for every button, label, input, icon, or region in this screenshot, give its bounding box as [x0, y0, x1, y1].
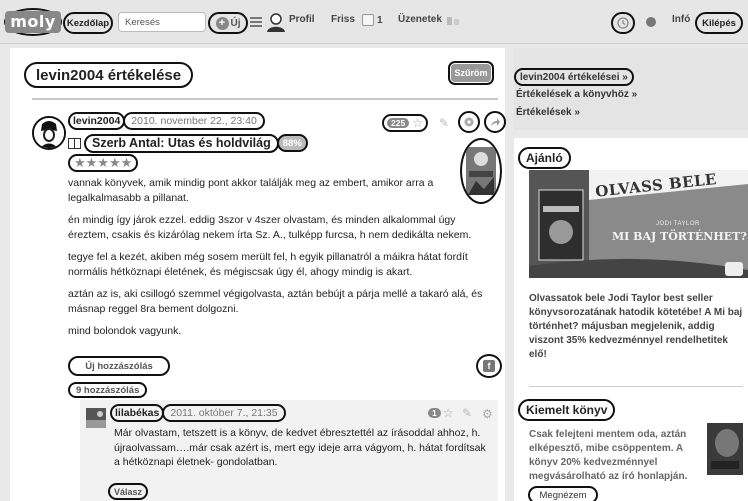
comment-item: lilabékas 2011. október 7., 21:35 1 ☆ ✎ … — [80, 400, 498, 501]
rating-percent-badge: 88% — [276, 134, 308, 152]
nav-profile-link[interactable]: Profil — [289, 14, 315, 25]
star-rating: ★★★★★ — [68, 154, 139, 172]
like-count-badge: 225 — [387, 118, 410, 128]
plus-icon: + — [215, 16, 229, 30]
star-icon: ☆ — [412, 116, 423, 130]
share-icon[interactable] — [484, 111, 506, 133]
book-icon — [68, 137, 81, 149]
comment-text: Már olvastam, tetszett is a könyv, de ke… — [114, 427, 486, 468]
review-paragraph: mind bolondok vagyunk. — [68, 325, 182, 337]
status-dot-icon[interactable] — [646, 17, 656, 27]
facebook-icon: f — [483, 360, 495, 372]
book-line: Szerb Antal: Utas és holdvilág 88% — [68, 133, 308, 153]
new-label: Új — [230, 17, 241, 29]
notification-count[interactable]: 1 — [362, 14, 383, 26]
comment-date[interactable]: 2011. október 7., 21:35 — [162, 404, 286, 422]
filter-button[interactable]: Szűröm — [448, 61, 494, 85]
review-text: vannak könyvek, amik mindig pont akkor t… — [68, 176, 498, 347]
nav-messages-link[interactable]: Üzenetek — [398, 14, 442, 25]
commenter-avatar[interactable] — [86, 408, 106, 428]
page-title: levin2004 értékelése — [24, 62, 194, 88]
comment-like-badge: 1 — [428, 408, 441, 418]
comment-like-counter[interactable]: 1 ☆ — [428, 407, 454, 419]
review-paragraph: vannak könyvek, amik mindig pont akkor t… — [68, 177, 434, 204]
top-navigation-bar: moly Kezdőlap + Új Profil Friss 1 Üzenet… — [0, 0, 748, 44]
comment-meta: lilabékas 2011. október 7., 21:35 — [110, 404, 286, 422]
divider — [32, 98, 498, 100]
review-meta: levin2004 2010. november 22., 23:40 — [68, 112, 265, 130]
clock-icon[interactable] — [611, 12, 635, 34]
sidebar-link-book-reviews[interactable]: Értékelések a könyvhöz » — [516, 89, 637, 100]
review-paragraph: aztán az is, aki csillogó szemmel végigo… — [68, 288, 483, 315]
moly-logo[interactable]: moly — [4, 8, 62, 36]
users-icon[interactable] — [446, 15, 460, 27]
sidebar-link-reviews[interactable]: Értékelések » — [516, 107, 580, 118]
featured-description: Csak felejteni mentem oda, aztán elképes… — [529, 429, 688, 482]
nav-fresh-link[interactable]: Friss — [331, 14, 355, 25]
commenter-name[interactable]: lilabékas — [110, 404, 165, 422]
document-icon — [362, 14, 374, 26]
sidebar-link-user-reviews[interactable]: levin2004 értékelései » — [514, 68, 634, 86]
gear-icon[interactable]: ⚙ — [482, 407, 493, 421]
logout-button[interactable]: Kilépés — [695, 12, 743, 34]
notification-count-value: 1 — [377, 14, 383, 26]
logo-text: moly — [5, 11, 61, 33]
recommend-heading: Ajánló — [518, 147, 571, 169]
list-icon[interactable] — [250, 16, 262, 28]
review-panel: levin2004 értékelése Szűröm levin2004 20… — [10, 48, 506, 501]
book-title-link[interactable]: Szerb Antal: Utas és holdvilág — [84, 133, 279, 153]
new-button[interactable]: + Új — [208, 12, 248, 34]
pencil-icon[interactable]: ✎ — [462, 406, 472, 420]
facebook-share-icon[interactable]: f — [476, 354, 502, 378]
pencil-icon[interactable]: ✎ — [439, 116, 449, 130]
featured-book-cover[interactable] — [707, 423, 743, 475]
featured-heading: Kiemelt könyv — [518, 399, 616, 421]
review-paragraph: tegye fel a kezét, akiben még sosem merü… — [68, 251, 468, 278]
new-comment-button[interactable]: Új hozzászólás — [68, 356, 170, 376]
nav-home-link[interactable]: Kezdőlap — [63, 12, 113, 34]
promo-description: Olvassatok bele Jodi Taylor best seller … — [529, 293, 743, 360]
search-input[interactable] — [118, 12, 206, 32]
reviewer-avatar[interactable] — [32, 116, 66, 150]
view-featured-button[interactable]: Megnézem — [528, 486, 598, 501]
sidebar-divider — [529, 386, 743, 387]
comment-count-link[interactable]: 9 hozzászólás — [68, 382, 148, 398]
star-icon: ☆ — [442, 406, 454, 420]
like-counter[interactable]: 225 ☆ — [382, 114, 428, 132]
review-paragraph: én mindig így járok ezzel. eddig 3szor v… — [68, 214, 472, 241]
promo-book-author: JODI TAYLOR — [656, 221, 700, 227]
review-date[interactable]: 2010. november 22., 23:40 — [123, 112, 265, 130]
reply-button[interactable]: Válasz — [108, 483, 148, 500]
gear-icon[interactable] — [458, 111, 480, 133]
reviewer-name[interactable]: levin2004 — [68, 112, 126, 130]
profile-icon[interactable] — [265, 11, 287, 33]
nav-info-link[interactable]: Infó — [672, 14, 690, 25]
promo-book-title: MI BAJ TÖRTÉNHET? — [612, 230, 747, 243]
